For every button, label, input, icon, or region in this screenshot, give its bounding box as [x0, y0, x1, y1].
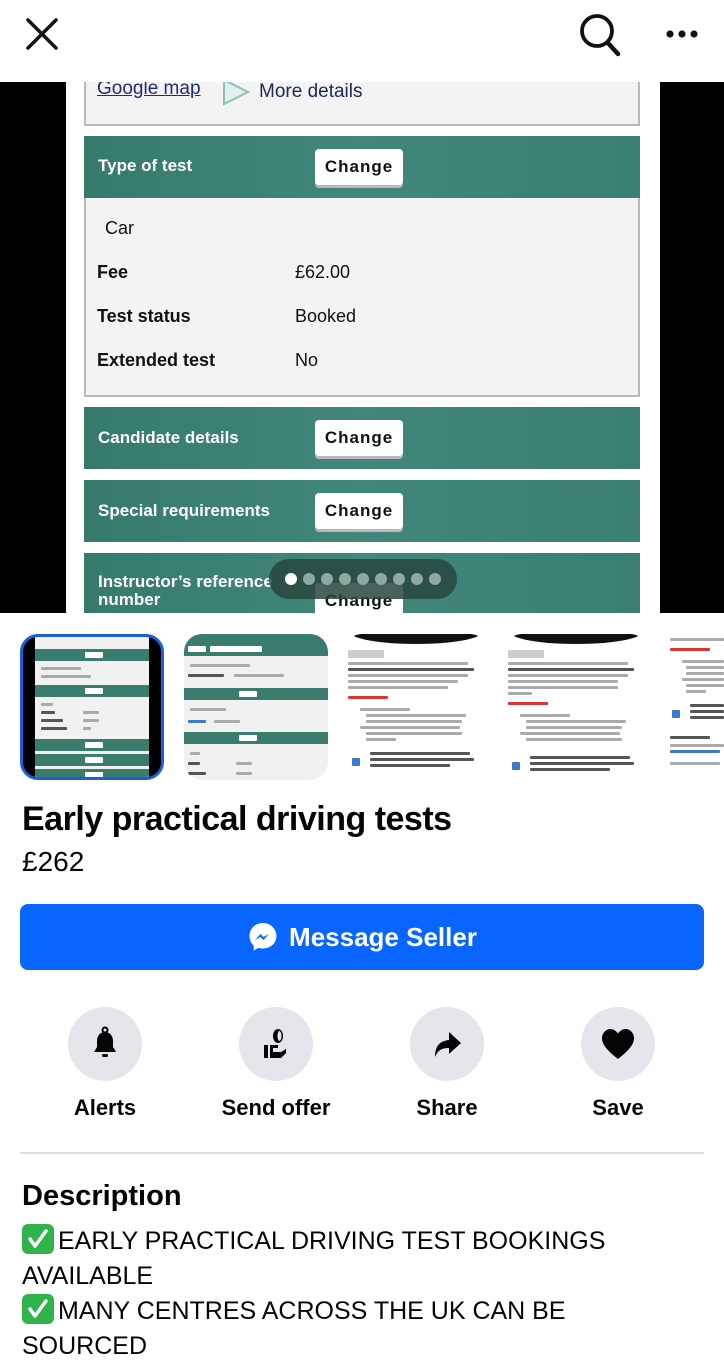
detail-value: Booked [295, 306, 357, 326]
detail-value: No [295, 350, 319, 370]
heart-icon [602, 1029, 634, 1059]
detail-key: Extended test [97, 350, 216, 370]
detail-value: £62.00 [295, 262, 351, 282]
message-seller-button[interactable]: Message Seller [20, 904, 704, 970]
description-body: EARLY PRACTICAL DRIVING TEST BOOKINGS AV… [22, 1224, 682, 1362]
description-text: EARLY PRACTICAL DRIVING TEST BOOKINGS AV… [22, 1227, 606, 1290]
thumbnail[interactable] [184, 634, 328, 780]
booking-screenshot: Google map More details Type of test Cha… [66, 82, 660, 613]
section-candidate-details: Candidate details Change [84, 407, 640, 469]
send-offer-circle [239, 1007, 313, 1081]
check-mark-button-icon [22, 1224, 54, 1254]
more-details: More details [221, 82, 363, 106]
alerts-circle [68, 1007, 142, 1081]
save-button[interactable]: Save [543, 1007, 693, 1121]
send-offer-button[interactable]: Send offer [201, 1007, 351, 1121]
section-special-requirements: Special requirements Change [84, 480, 640, 542]
bell-icon [94, 1026, 116, 1057]
action-label: Send offer [221, 1095, 331, 1120]
section-label: Instructor’s reference number [98, 572, 273, 609]
carousel-dot[interactable] [357, 573, 369, 585]
alerts-button[interactable]: Alerts [30, 1007, 180, 1121]
thumbnail[interactable] [344, 634, 488, 780]
description-heading: Description [22, 1180, 182, 1212]
change-button: Change [315, 493, 403, 529]
more-horizontal-icon[interactable] [662, 22, 702, 46]
carousel-indicator[interactable] [269, 559, 457, 599]
detail-key: Test status [97, 306, 191, 326]
action-label: Alerts [73, 1095, 137, 1120]
test-centre-card: Google map More details [84, 82, 640, 126]
listing-price: £262 [22, 846, 85, 877]
change-button: Change [315, 420, 403, 456]
triangle-right-icon [223, 82, 251, 106]
carousel-dot[interactable] [339, 573, 351, 585]
divider [20, 1152, 704, 1154]
carousel-dot[interactable] [429, 573, 441, 585]
carousel-dot[interactable] [393, 573, 405, 585]
top-bar [0, 0, 724, 82]
messenger-icon [249, 923, 277, 951]
thumbnail[interactable] [20, 634, 164, 780]
thumbnail[interactable] [504, 634, 648, 780]
section-label: Candidate details [98, 428, 239, 447]
check-mark-button-icon [22, 1294, 54, 1324]
share-circle [410, 1007, 484, 1081]
share-arrow-icon [435, 1032, 461, 1057]
listing-title: Early practical driving tests [22, 800, 452, 838]
action-label: Save [592, 1095, 644, 1120]
change-button: Change [315, 149, 403, 185]
hand-coin-icon [264, 1029, 286, 1058]
thumbnail[interactable] [664, 634, 724, 780]
google-map-link: Google map [97, 82, 201, 99]
action-row: Alerts Send offer Share Save [0, 1007, 724, 1127]
close-icon[interactable] [22, 14, 62, 54]
thumbnail-strip[interactable] [0, 634, 724, 782]
more-details-label: More details [259, 82, 363, 102]
carousel-dot[interactable] [321, 573, 333, 585]
search-icon[interactable] [576, 12, 624, 58]
carousel-dot[interactable] [411, 573, 423, 585]
detail-key: Fee [97, 262, 129, 282]
description-text: MANY CENTRES ACROSS THE UK CAN BE SOURCE… [22, 1297, 566, 1360]
listing-photo[interactable]: Google map More details Type of test Cha… [0, 82, 724, 613]
action-label: Share [416, 1095, 478, 1120]
section-label: Special requirements [98, 501, 270, 520]
description-line: EARLY PRACTICAL DRIVING TEST BOOKINGS AV… [22, 1224, 682, 1294]
test-details-card: Car Fee £62.00 Test status Booked Extend… [84, 198, 640, 397]
section-label: Type of test [98, 156, 193, 175]
test-type-value: Car [105, 218, 135, 238]
share-button[interactable]: Share [372, 1007, 522, 1121]
save-circle [581, 1007, 655, 1081]
message-seller-label: Message Seller [289, 921, 477, 952]
carousel-dot[interactable] [285, 573, 297, 585]
carousel-dot[interactable] [303, 573, 315, 585]
carousel-dot[interactable] [375, 573, 387, 585]
description-line: MANY CENTRES ACROSS THE UK CAN BE SOURCE… [22, 1294, 682, 1362]
section-type-of-test: Type of test Change [84, 136, 640, 198]
